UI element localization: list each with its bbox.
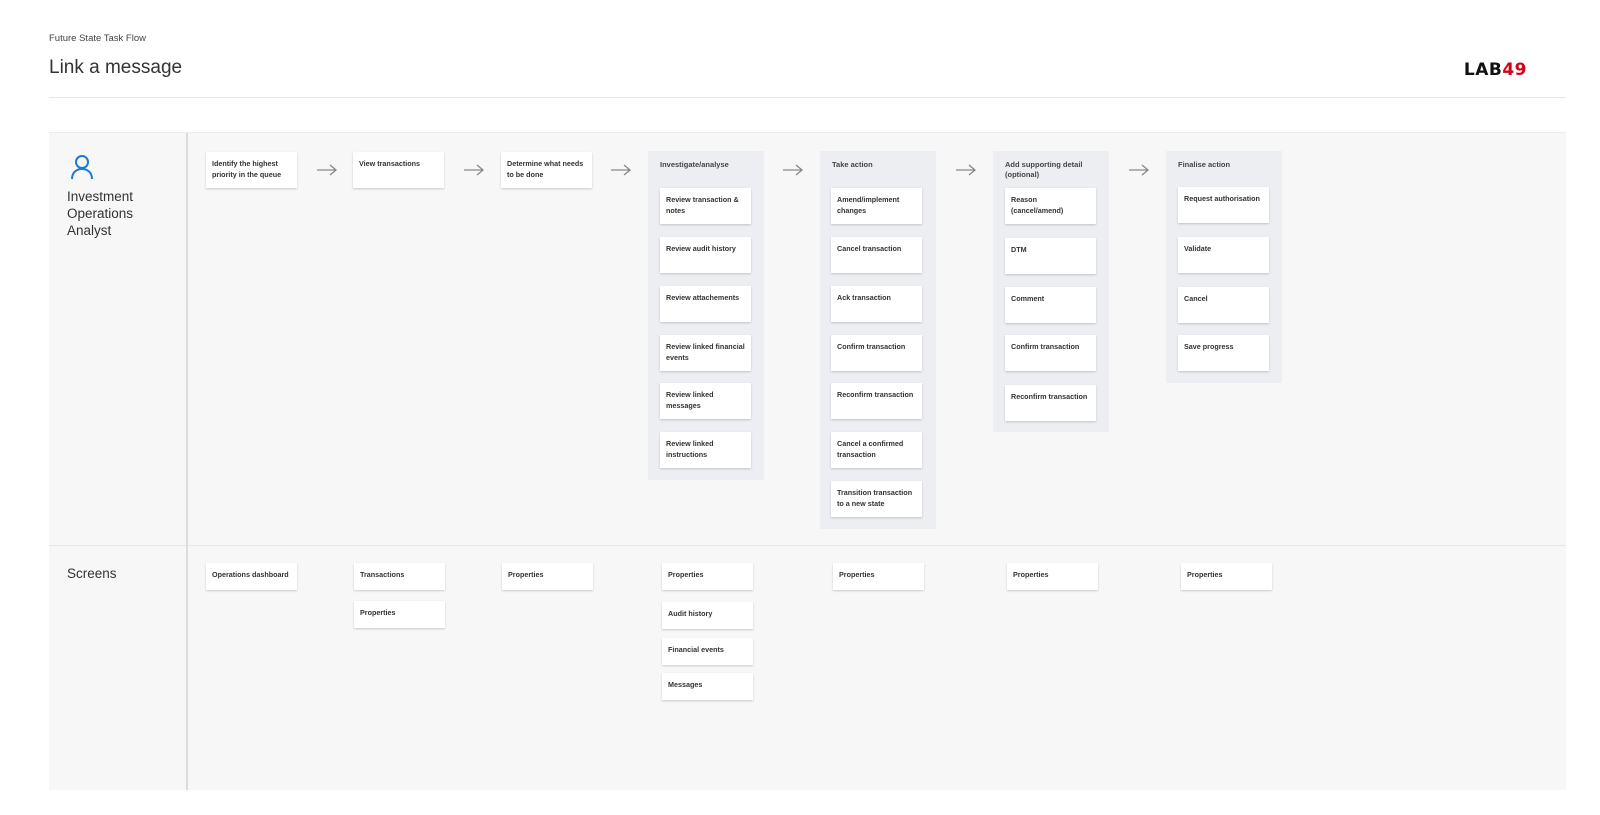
task-card: Review audit history: [660, 237, 751, 273]
task-card: Transition transaction to a new state: [831, 481, 922, 517]
task-card: Confirm transaction: [831, 335, 922, 371]
group-title: Add supporting detail (optional): [1005, 160, 1083, 179]
group-title: Take action: [832, 160, 873, 169]
task-card: Review attachements: [660, 286, 751, 322]
user-icon: [71, 155, 93, 180]
task-card: Ack transaction: [831, 286, 922, 322]
screen-card: Properties: [502, 563, 593, 590]
task-card: Cancel: [1178, 287, 1269, 323]
header-divider: [49, 97, 1566, 98]
step-card-view-transactions: View transactions: [353, 152, 444, 188]
screen-card: Operations dashboard: [206, 563, 297, 590]
task-card: Reconfirm transaction: [1005, 385, 1096, 421]
board-top-divider: [49, 132, 1566, 133]
task-card: Reconfirm transaction: [831, 383, 922, 419]
arrow-right-icon: [464, 164, 485, 176]
screen-card: Messages: [662, 673, 753, 700]
screen-card: Financial events: [662, 638, 753, 665]
lane-divider: [49, 545, 1566, 546]
task-card: Comment: [1005, 287, 1096, 323]
screen-card: Properties: [354, 601, 445, 628]
arrow-right-icon: [1129, 164, 1150, 176]
task-card: DTM: [1005, 238, 1096, 274]
screen-card: Transactions: [354, 563, 445, 590]
screen-card: Properties: [1181, 563, 1272, 590]
task-card: Amend/implement changes: [831, 188, 922, 224]
task-card: Reason (cancel/amend): [1005, 188, 1096, 224]
task-card: Review transaction & notes: [660, 188, 751, 224]
task-card: Validate: [1178, 237, 1269, 273]
screen-card: Audit history: [662, 602, 753, 629]
arrow-right-icon: [783, 164, 804, 176]
swimlane-board: [49, 133, 1566, 790]
arrow-right-icon: [317, 164, 338, 176]
step-card-prioritise: Identify the highest priority in the que…: [206, 152, 297, 188]
task-card: Request authorisation: [1178, 187, 1269, 223]
task-card: Review linked messages: [660, 383, 751, 419]
screen-card: Properties: [1007, 563, 1098, 590]
brand-logo: LAB49: [1463, 60, 1527, 80]
label-column-divider: [186, 133, 188, 790]
persona-label: Investment Operations Analyst: [67, 189, 134, 238]
arrow-right-icon: [611, 164, 632, 176]
task-card: Save progress: [1178, 335, 1269, 371]
screen-card: Properties: [662, 563, 753, 590]
page-title: Link a message: [49, 57, 183, 78]
screens-lane-label: Screens: [67, 566, 117, 581]
task-card: Cancel a confirmed transaction: [831, 432, 922, 468]
step-card-determine: Determine what needs to be done: [501, 152, 592, 188]
task-card: Review linked instructions: [660, 432, 751, 468]
arrow-right-icon: [956, 164, 977, 176]
group-title: Finalise action: [1178, 160, 1231, 169]
group-title: Investigate/analyse: [660, 160, 729, 169]
task-card: Review linked financial events: [660, 335, 751, 371]
screen-card: Properties: [833, 563, 924, 590]
task-card: Cancel transaction: [831, 237, 922, 273]
page-eyebrow: Future State Task Flow: [49, 33, 146, 44]
task-card: Confirm transaction: [1005, 335, 1096, 371]
